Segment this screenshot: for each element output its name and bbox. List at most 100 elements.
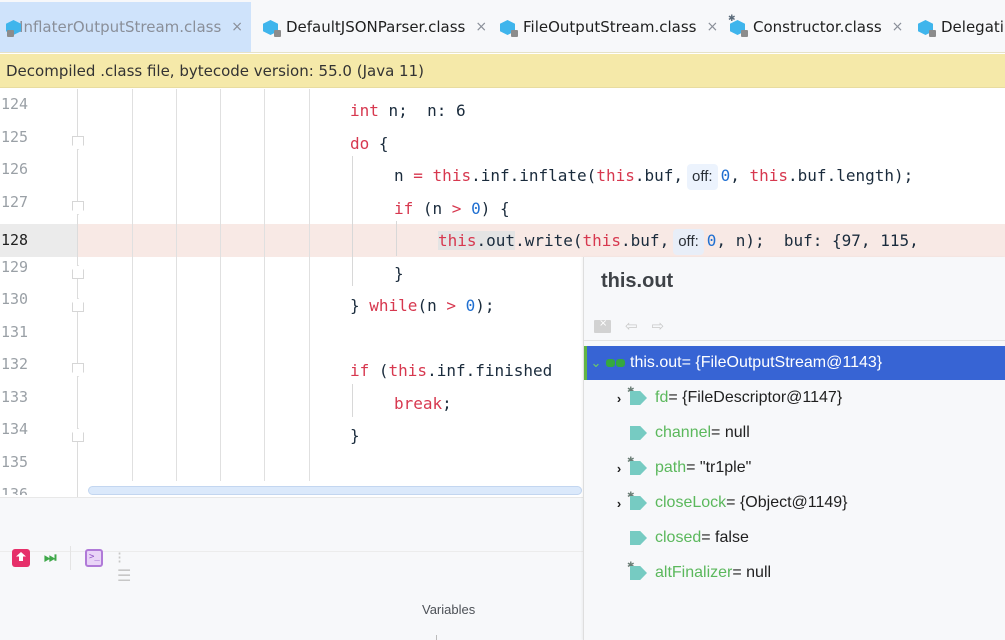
field-name: altFinalizer	[655, 564, 733, 581]
chevron-right-icon[interactable]: ›	[612, 391, 626, 406]
code-line-132: if (this.inf.finished	[350, 361, 553, 380]
field-value: = "tr1ple"	[686, 459, 752, 476]
tab-default-json-parser[interactable]: DefaultJSONParser.class ×	[257, 2, 495, 52]
close-icon[interactable]: ×	[231, 19, 243, 35]
threads-list-icon[interactable]: ⁝☰	[117, 549, 135, 585]
code-line-133: break;	[394, 394, 452, 413]
tree-root-name: this.out	[630, 354, 682, 371]
console-icon[interactable]: >_	[85, 549, 103, 567]
field-tag-icon	[630, 461, 647, 475]
chevron-down-icon[interactable]: ⌄	[589, 355, 603, 371]
tab-label: DefaultJSONParser.class	[286, 18, 466, 36]
code-line-125: do {	[350, 134, 389, 153]
code-line-134: }	[350, 426, 360, 445]
close-icon[interactable]: ×	[892, 19, 904, 35]
line-number: 134	[1, 420, 29, 438]
field-name: closed	[655, 529, 702, 546]
field-value: = null	[732, 564, 772, 581]
tree-root-this-out[interactable]: ⌄ this.out = {FileOutputStream@1143}	[584, 346, 1005, 380]
current-line-number: 128	[0, 224, 78, 257]
fold-collapse-icon[interactable]	[72, 201, 84, 215]
quick-evaluate-popup: this.out ⇦ ⇨ ⌄ this.out = {FileOutputStr…	[583, 257, 1005, 640]
inline-debug-value: buf: {97, 115,	[764, 231, 919, 250]
code-line-128: this.out.write(this.buf, off: 0, n); buf: …	[438, 225, 919, 257]
indent-guide	[220, 89, 221, 481]
indent-guide	[264, 89, 265, 481]
forward-arrow-icon[interactable]: ⇨	[652, 317, 665, 335]
line-number: 126	[1, 160, 29, 178]
chevron-right-icon[interactable]: ›	[612, 496, 626, 511]
back-arrow-icon[interactable]: ⇦	[625, 317, 638, 335]
horizontal-scrollbar[interactable]	[88, 486, 582, 495]
code-line-130: } while(n > 0);	[350, 296, 495, 315]
fold-expand-icon[interactable]	[72, 265, 84, 279]
fold-collapse-icon[interactable]	[72, 363, 84, 377]
tree-root-value: = {FileOutputStream@1143}	[681, 354, 883, 371]
class-file-locked-icon: ✱	[728, 14, 748, 37]
line-number: 124	[1, 95, 29, 113]
resume-program-icon[interactable]: ⏭	[44, 549, 62, 567]
field-tag-icon	[630, 426, 647, 440]
line-number: 127	[1, 193, 29, 211]
tab-inflater-output-stream[interactable]: InflaterOutputStream.class ×	[0, 2, 251, 52]
tab-label: FileOutputStream.class	[523, 18, 697, 36]
indent-guide	[352, 384, 353, 417]
indent-guide	[352, 156, 353, 286]
indent-guide	[132, 89, 133, 481]
class-file-locked-icon	[263, 18, 281, 37]
selected-expression: .out	[476, 231, 516, 250]
close-icon[interactable]: ×	[706, 19, 718, 35]
line-number: 136	[1, 485, 29, 495]
line-number: 132	[1, 355, 29, 373]
field-value: = null	[711, 424, 750, 441]
close-icon[interactable]: ×	[475, 19, 487, 35]
tree-field-path[interactable]: › ✱ path = "tr1ple"	[584, 451, 1005, 485]
parameter-hint: off:	[673, 229, 704, 255]
tab-file-output-stream[interactable]: FileOutputStream.class ×	[494, 2, 726, 52]
tab-label: Constructor.class	[753, 18, 882, 36]
editor-tab-bar: InflaterOutputStream.class × DefaultJSON…	[0, 0, 1005, 53]
line-number: 135	[1, 453, 29, 471]
field-name: fd	[655, 389, 669, 406]
fold-expand-icon[interactable]	[72, 298, 84, 312]
field-tag-icon	[630, 391, 647, 405]
inline-debug-value: n: 6	[407, 101, 466, 120]
open-in-window-icon[interactable]	[594, 318, 611, 333]
fold-collapse-icon[interactable]	[72, 136, 84, 150]
debugger-panel: ⏭ >_ ⁝☰ Variables	[0, 497, 583, 640]
divider	[436, 635, 437, 640]
tree-field-fd[interactable]: › ✱ fd = {FileDescriptor@1147}	[584, 381, 1005, 415]
chevron-right-icon[interactable]: ›	[612, 461, 626, 476]
code-line-124: int n; n: 6	[350, 101, 466, 120]
tree-field-channel[interactable]: channel = null	[584, 416, 1005, 450]
field-tag-icon	[630, 531, 647, 545]
divider	[584, 340, 1005, 341]
decompiled-notice-banner: Decompiled .class file, bytecode version…	[0, 54, 1005, 88]
code-line-126: n = this.inf.inflate(this.buf, off: 0, thi…	[394, 160, 913, 192]
tab-label: Delegatin	[941, 18, 1005, 36]
code-line-127: if (n > 0) {	[394, 199, 510, 218]
code-line-129: }	[394, 264, 404, 283]
tab-constructor[interactable]: ✱ Constructor.class ×	[724, 2, 911, 52]
line-number: 125	[1, 128, 29, 146]
indent-guide	[176, 89, 177, 481]
field-value: = {FileDescriptor@1147}	[668, 389, 843, 406]
line-number: 133	[1, 388, 29, 406]
parameter-hint: off:	[687, 164, 718, 190]
field-name: channel	[655, 424, 712, 441]
class-file-locked-icon	[6, 18, 21, 37]
tree-field-closed[interactable]: closed = false	[584, 521, 1005, 555]
drop-frame-icon[interactable]	[12, 549, 30, 567]
fold-expand-icon[interactable]	[72, 428, 84, 442]
popup-title: this.out	[601, 270, 674, 292]
watch-glasses-icon	[606, 358, 626, 368]
tree-field-altfinalizer[interactable]: ✱ altFinalizer = null	[584, 556, 1005, 590]
indent-guide	[309, 89, 310, 481]
variables-panel-title: Variables	[422, 602, 476, 617]
field-value: = false	[701, 529, 749, 546]
field-name: path	[655, 459, 687, 476]
tab-delegating[interactable]: Delegatin	[912, 2, 1005, 52]
tree-field-closelock[interactable]: › ✱ closeLock = {Object@1149}	[584, 486, 1005, 520]
field-tag-icon	[630, 496, 647, 510]
line-number: 129	[1, 258, 29, 276]
